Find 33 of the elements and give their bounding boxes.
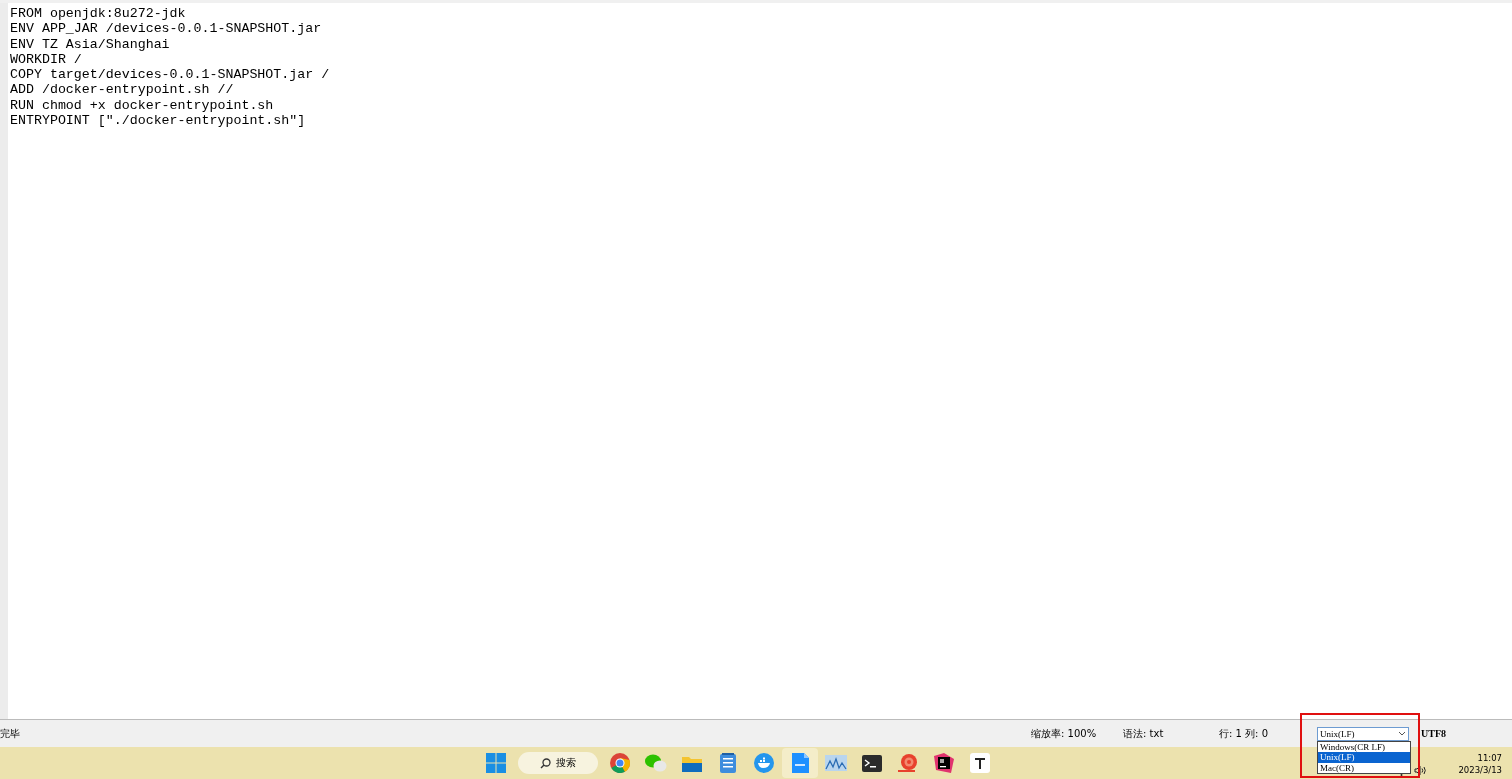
terminal-icon (862, 754, 882, 772)
search-button[interactable]: 搜索 (518, 752, 598, 774)
cursor-position: 行: 1 列: 0 (1219, 726, 1269, 741)
search-icon (540, 757, 551, 769)
notepad-icon (720, 753, 736, 773)
dropdown-option[interactable]: Windows(CR LF) (1318, 741, 1410, 752)
line-ending-dropdown[interactable]: Unix(LF) (1317, 726, 1409, 741)
code-line: COPY target/devices-0.0.1-SNAPSHOT.jar / (10, 67, 330, 83)
encoding-label: UTF8 (1421, 728, 1446, 739)
chrome-icon (610, 753, 630, 773)
code-line: ENV APP_JAR /devices-0.0.1-SNAPSHOT.jar (10, 21, 323, 37)
zoom-level: 缩放率: 100% (1031, 726, 1098, 741)
dropdown-option[interactable]: Unix(LF) (1318, 752, 1410, 763)
code-line: FROM openjdk:8u272-jdk (10, 6, 187, 22)
syntax-label: 语法: txt (1123, 726, 1165, 741)
document-icon (791, 753, 809, 773)
folder-icon (682, 754, 702, 772)
code-line: RUN chmod +x docker-entrypoint.sh (10, 97, 275, 114)
chart-window-icon (825, 755, 847, 771)
ide-icon (934, 753, 954, 773)
code-line: ADD /docker-entrypoint.sh // (10, 82, 235, 98)
letter-icon (970, 753, 990, 773)
status-message: 完毕 (0, 726, 20, 741)
clock-time[interactable]: 11:07 (1477, 752, 1502, 764)
code-line: WORKDIR / (10, 51, 83, 68)
whale-icon (754, 753, 774, 773)
chat-bubbles-icon (645, 754, 667, 772)
caret-icon (1398, 730, 1406, 737)
speaker-icon[interactable] (1414, 765, 1429, 776)
code-line: ENV TZ Asia/Shanghai (10, 36, 171, 52)
code-line: ENTRYPOINT ["./docker-entrypoint.sh"] (10, 113, 307, 129)
clock-date[interactable]: 2023/3/13 (1458, 764, 1502, 776)
spiral-icon (898, 754, 918, 772)
